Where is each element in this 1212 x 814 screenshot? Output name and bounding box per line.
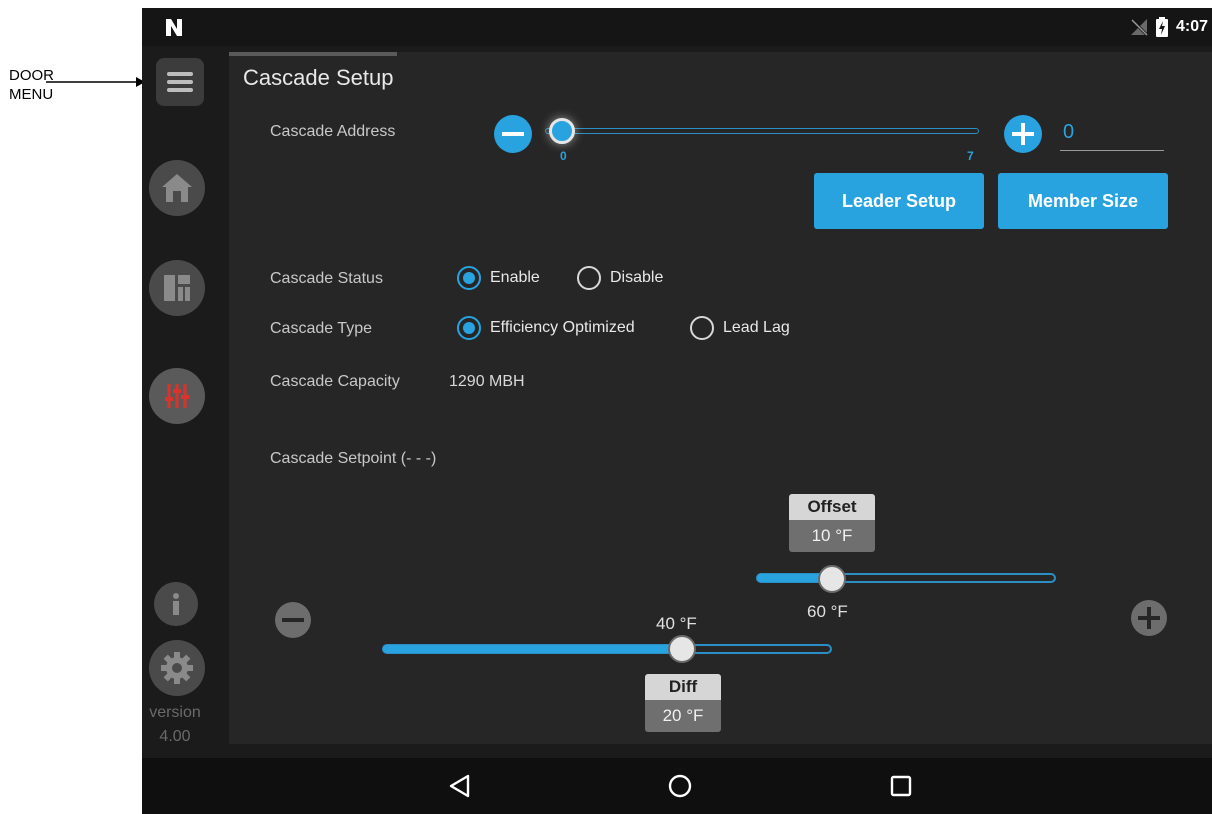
plus-icon: [1012, 123, 1034, 145]
address-decrement-button[interactable]: [494, 115, 532, 153]
status-enable-label: Enable: [490, 269, 540, 286]
offset-slider-thumb[interactable]: [818, 565, 846, 593]
offset-slider-value: 60 °F: [807, 602, 848, 621]
cascade-setpoint-label: Cascade Setpoint (- - -): [270, 450, 437, 467]
status-disable-radio[interactable]: Disable: [577, 266, 663, 290]
dashboard-icon: [164, 275, 190, 301]
no-signal-icon: [1130, 18, 1148, 36]
offset-value: 10 °F: [789, 520, 875, 552]
clock-time: 4:07: [1175, 18, 1208, 35]
home-icon: [162, 174, 192, 202]
offset-title: Offset: [789, 494, 875, 520]
diff-tooltip: Diff 20 °F: [645, 674, 721, 732]
leader-setup-button[interactable]: Leader Setup: [814, 173, 984, 229]
recents-square-icon[interactable]: [889, 773, 913, 799]
address-max-tick: 7: [967, 149, 974, 163]
diff-title: Diff: [645, 674, 721, 700]
diff-slider-thumb[interactable]: [668, 635, 696, 663]
cascade-setup-panel: Cascade Setup Cascade Address 0 7 0 Lead…: [229, 52, 1212, 744]
status-enable-radio[interactable]: Enable: [457, 266, 540, 290]
type-leadlag-label: Lead Lag: [723, 319, 790, 336]
address-slider-track[interactable]: [545, 128, 979, 134]
minus-icon: [282, 618, 304, 622]
cascade-address-label: Cascade Address: [270, 123, 396, 140]
address-value-field[interactable]: 0: [1063, 121, 1074, 144]
type-efficiency-radio[interactable]: Efficiency Optimized: [457, 316, 635, 340]
gear-icon: [161, 652, 193, 684]
address-increment-button[interactable]: [1004, 115, 1042, 153]
panel-accent-bar: [229, 52, 397, 56]
radio-unselected-icon: [690, 316, 714, 340]
address-value-underline: [1060, 150, 1164, 151]
setpoint-increment-button[interactable]: [1131, 600, 1167, 636]
setpoint-decrement-button[interactable]: [275, 602, 311, 638]
address-min-tick: 0: [560, 149, 567, 163]
system-settings-button[interactable]: [149, 368, 205, 424]
cascade-status-label: Cascade Status: [270, 270, 383, 287]
type-leadlag-radio[interactable]: Lead Lag: [690, 316, 790, 340]
page-title: Cascade Setup: [243, 65, 394, 90]
status-disable-label: Disable: [610, 269, 664, 286]
info-icon: [173, 593, 179, 615]
minus-icon: [502, 132, 524, 136]
sliders-icon: [165, 384, 189, 408]
dashboard-button[interactable]: [149, 260, 205, 316]
sidebar: version 4.00: [142, 46, 222, 758]
plus-icon: [1138, 607, 1160, 629]
gear-button[interactable]: [149, 640, 205, 696]
cascade-capacity-value: 1290 MBH: [449, 373, 525, 390]
tablet-screen: 4:07 version 4.00 Cascade Setup Cascade …: [142, 8, 1212, 814]
screenshot-stage: DOOR MENU 4:07 version 4.00 Cascade Setu…: [0, 0, 1212, 814]
member-size-button[interactable]: Member Size: [998, 173, 1168, 229]
address-slider-thumb[interactable]: [549, 118, 575, 144]
diff-value: 20 °F: [645, 700, 721, 732]
radio-selected-icon: [457, 316, 481, 340]
home-button[interactable]: [149, 160, 205, 216]
version-number: 4.00: [159, 728, 191, 745]
cascade-type-label: Cascade Type: [270, 320, 372, 337]
door-menu-button[interactable]: [156, 58, 204, 106]
android-nav-bar: [142, 758, 1212, 814]
battery-charging-icon: [1155, 17, 1168, 37]
back-triangle-icon[interactable]: [448, 773, 472, 799]
n-logo-icon: [166, 19, 182, 36]
callout-arrow-icon: [46, 77, 145, 87]
offset-tooltip: Offset 10 °F: [789, 494, 875, 552]
status-bar: 4:07: [142, 8, 1212, 46]
radio-unselected-icon: [577, 266, 601, 290]
home-circle-icon[interactable]: [667, 773, 693, 799]
diff-slider-fill: [383, 645, 679, 653]
diff-slider-value: 40 °F: [656, 614, 697, 633]
version-label: version: [149, 704, 201, 721]
type-efficiency-label: Efficiency Optimized: [490, 319, 635, 336]
cascade-capacity-label: Cascade Capacity: [270, 373, 400, 390]
radio-selected-icon: [457, 266, 481, 290]
status-icons: 4:07: [1130, 16, 1208, 38]
hamburger-icon: [167, 72, 193, 92]
info-button[interactable]: [154, 582, 198, 626]
